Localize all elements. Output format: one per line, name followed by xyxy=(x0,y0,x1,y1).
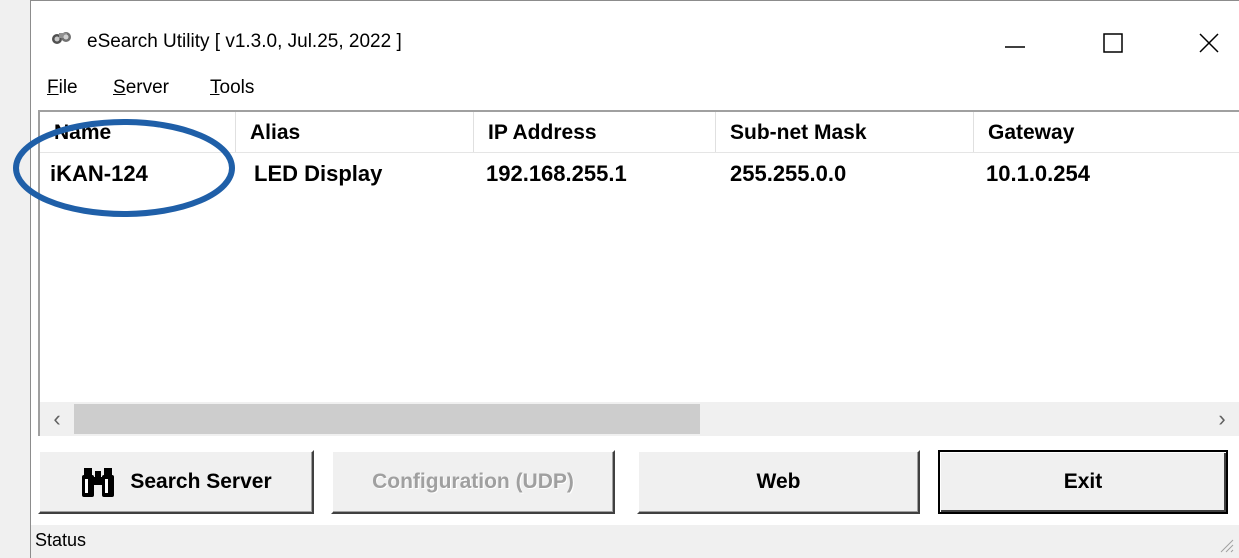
menu-server-label: erver xyxy=(125,77,169,98)
web-label: Web xyxy=(756,470,801,493)
close-icon xyxy=(1199,33,1219,53)
binoculars-icon xyxy=(82,468,115,497)
menu-server[interactable]: Server xyxy=(113,77,169,99)
column-header-subnet-mask[interactable]: Sub-net Mask xyxy=(716,112,974,152)
menu-file-accel: F xyxy=(47,77,59,98)
horizontal-scrollbar[interactable]: ‹ › xyxy=(40,402,1239,436)
scrollbar-thumb[interactable] xyxy=(74,404,700,434)
web-button[interactable]: Web xyxy=(637,450,920,514)
scroll-left-button[interactable]: ‹ xyxy=(40,402,74,436)
window-title: eSearch Utility [ v1.3.0, Jul.25, 2022 ] xyxy=(87,31,402,52)
cell-alias: LED Display xyxy=(254,161,383,186)
chevron-left-icon: ‹ xyxy=(53,406,61,431)
minimize-icon xyxy=(1005,46,1025,48)
exit-label: Exit xyxy=(1063,470,1103,493)
binoculars-icon xyxy=(52,32,71,44)
menu-server-accel: S xyxy=(113,77,126,98)
cell-name: iKAN-124 xyxy=(50,161,148,186)
table-row[interactable]: iKAN-124 LED Display 192.168.255.1 255.2… xyxy=(40,152,1239,196)
configuration-udp-button[interactable]: Configuration (UDP) xyxy=(331,450,615,514)
exit-button[interactable]: Exit xyxy=(938,450,1228,514)
search-server-label: Search Server xyxy=(130,470,272,493)
menu-tools[interactable]: Tools xyxy=(210,77,254,99)
resize-grip-icon[interactable] xyxy=(1215,534,1235,554)
status-text: Status xyxy=(35,530,87,550)
column-header-gateway[interactable]: Gateway xyxy=(974,112,1239,152)
scroll-right-button[interactable]: › xyxy=(1205,402,1239,436)
status-bar: Status xyxy=(31,525,1239,558)
cell-subnet-mask: 255.255.0.0 xyxy=(730,161,847,186)
title-bar[interactable]: eSearch Utility [ v1.3.0, Jul.25, 2022 ] xyxy=(31,1,1239,77)
chevron-right-icon: › xyxy=(1218,406,1226,431)
close-button[interactable] xyxy=(1179,19,1239,67)
menu-tools-accel: T xyxy=(210,77,220,98)
cell-gateway: 10.1.0.254 xyxy=(986,161,1090,186)
menu-file[interactable]: File xyxy=(47,77,78,99)
server-list[interactable]: Name Alias IP Address Sub-net Mask Gatew… xyxy=(38,110,1239,436)
application-window: eSearch Utility [ v1.3.0, Jul.25, 2022 ]… xyxy=(0,0,1239,558)
column-header-name[interactable]: Name xyxy=(40,112,236,152)
minimize-button[interactable] xyxy=(985,19,1045,67)
menu-tools-label: ools xyxy=(219,77,255,98)
list-header: Name Alias IP Address Sub-net Mask Gatew… xyxy=(40,112,1239,153)
search-server-button[interactable]: Search Server xyxy=(38,450,314,514)
menu-file-label: ile xyxy=(58,77,78,98)
cell-ip-address: 192.168.255.1 xyxy=(486,161,627,186)
maximize-button[interactable] xyxy=(1083,19,1143,67)
column-header-alias[interactable]: Alias xyxy=(236,112,474,152)
column-header-ip-address[interactable]: IP Address xyxy=(474,112,716,152)
configuration-udp-label: Configuration (UDP) xyxy=(372,470,574,493)
menu-bar: File Server Tools xyxy=(31,77,1239,105)
maximize-icon xyxy=(1103,33,1123,53)
